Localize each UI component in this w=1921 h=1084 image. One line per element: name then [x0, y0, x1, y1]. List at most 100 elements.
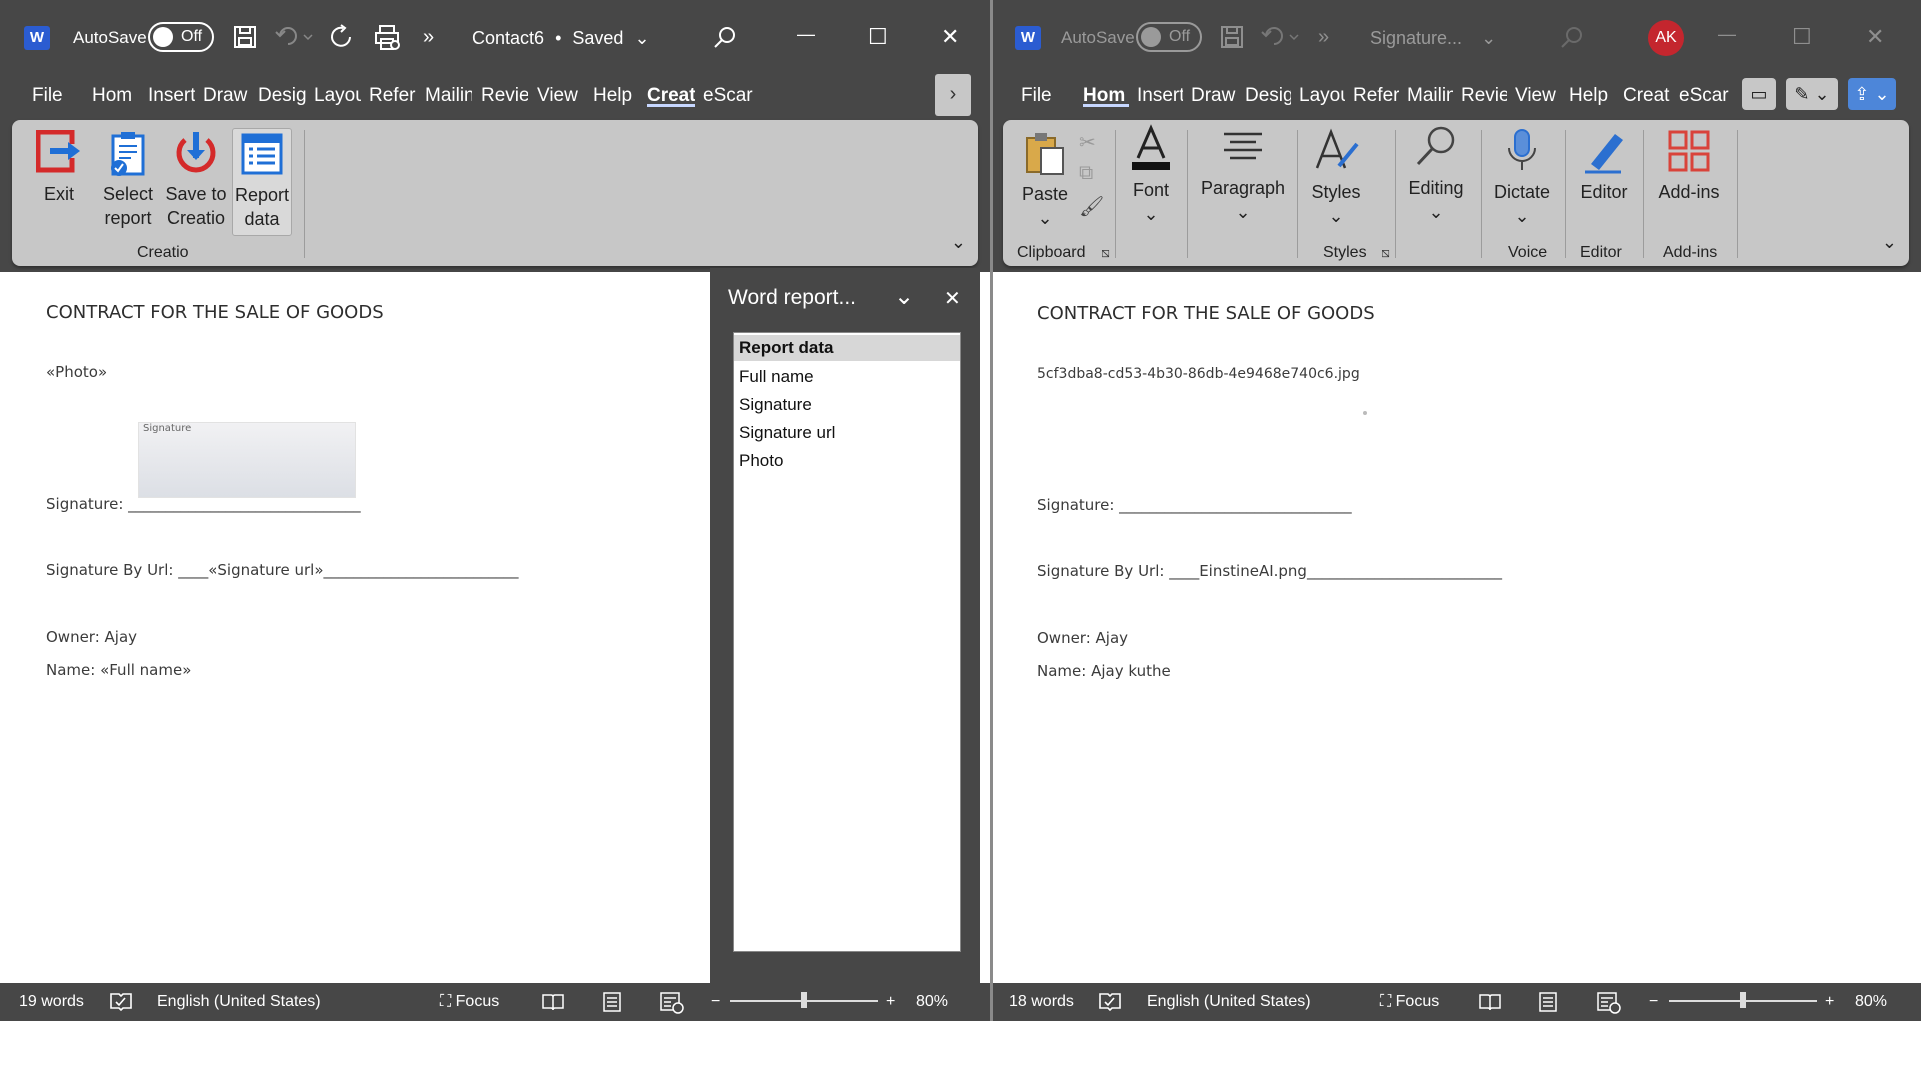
list-item-signature-url[interactable]: Signature url	[739, 423, 835, 443]
web-layout-icon[interactable]	[1597, 992, 1621, 1014]
tab-escar[interactable]: eScar	[1679, 85, 1729, 107]
list-item-full-name[interactable]: Full name	[739, 367, 814, 387]
save-to-creatio-button[interactable]: Save to Creatio	[164, 130, 228, 230]
ribbon-scroll-button[interactable]: ›	[935, 74, 971, 116]
pane-options-chevron-icon[interactable]: ⌄	[894, 282, 914, 311]
tab-draw[interactable]: Draw	[203, 85, 251, 107]
maximize-button[interactable]: ☐	[1792, 24, 1812, 50]
select-report-button[interactable]: Select report	[100, 130, 156, 230]
tab-creatio[interactable]: Creat	[647, 85, 695, 107]
copy-icon[interactable]: ⧉	[1079, 162, 1093, 185]
zoom-in-button[interactable]: +	[886, 993, 895, 1011]
web-layout-icon[interactable]	[660, 992, 684, 1014]
list-item-signature[interactable]: Signature	[739, 395, 812, 415]
tab-mailings[interactable]: Mailin	[425, 85, 472, 107]
tab-design[interactable]: Desig	[1245, 85, 1291, 107]
maximize-button[interactable]: ☐	[868, 24, 888, 50]
list-item-photo[interactable]: Photo	[739, 451, 783, 471]
tab-creatio[interactable]: Creat	[1623, 85, 1671, 107]
autosave-toggle[interactable]: Off	[1136, 22, 1202, 52]
tab-escar[interactable]: eScar	[703, 85, 754, 107]
editor-label: Editor	[1580, 182, 1628, 202]
document-name[interactable]: Contact6 • Saved ⌄	[472, 28, 650, 49]
tab-design[interactable]: Desig	[258, 85, 306, 107]
undo-icon[interactable]	[274, 26, 314, 48]
zoom-level[interactable]: 80%	[916, 993, 948, 1011]
tab-layout[interactable]: Layou	[314, 85, 361, 107]
editing-button[interactable]: Editing ⌄	[1401, 124, 1471, 224]
tab-file[interactable]: File	[1021, 85, 1061, 107]
document-name[interactable]: Signature... ⌄	[1370, 28, 1496, 49]
tab-help[interactable]: Help	[1569, 85, 1615, 107]
tab-review[interactable]: Revie	[1461, 85, 1507, 107]
read-mode-icon[interactable]	[542, 993, 564, 1011]
save-icon[interactable]	[1220, 25, 1244, 49]
report-data-button[interactable]: Report data	[232, 128, 292, 236]
tab-references[interactable]: Refer	[369, 85, 416, 107]
zoom-slider-thumb[interactable]	[801, 992, 807, 1008]
tab-home[interactable]: Hom	[1083, 85, 1129, 107]
more-commands-icon[interactable]: »	[1318, 26, 1329, 49]
tab-view[interactable]: View	[537, 85, 583, 107]
tab-file[interactable]: File	[32, 85, 72, 107]
collapse-ribbon-icon[interactable]: ⌄	[951, 232, 966, 253]
tab-home[interactable]: Hom	[92, 85, 140, 107]
close-button[interactable]: ✕	[1866, 24, 1884, 50]
editor-button[interactable]: Editor	[1573, 128, 1635, 204]
font-button[interactable]: Font ⌄	[1123, 124, 1179, 226]
tab-view[interactable]: View	[1515, 85, 1561, 107]
tab-draw[interactable]: Draw	[1191, 85, 1237, 107]
close-button[interactable]: ✕	[941, 24, 959, 50]
save-icon[interactable]	[233, 25, 257, 49]
tab-insert[interactable]: Insert	[148, 85, 195, 107]
pane-close-icon[interactable]: ✕	[944, 286, 961, 311]
clipboard-launcher-icon[interactable]: ⧅	[1101, 244, 1110, 261]
redo-icon[interactable]	[330, 24, 356, 50]
minimize-button[interactable]: —	[797, 24, 815, 45]
zoom-in-button[interactable]: +	[1825, 993, 1834, 1011]
zoom-out-button[interactable]: −	[711, 993, 720, 1011]
editing-mode-icon[interactable]: ✎ ⌄	[1786, 78, 1838, 110]
print-layout-icon[interactable]	[603, 992, 621, 1012]
print-layout-icon[interactable]	[1539, 992, 1557, 1012]
word-count[interactable]: 19 words	[19, 993, 84, 1011]
minimize-button[interactable]: —	[1718, 24, 1736, 45]
focus-button[interactable]: ⛶ Focus	[440, 993, 499, 1011]
styles-button[interactable]: Styles ⌄	[1303, 128, 1369, 228]
share-icon[interactable]: ⇪ ⌄	[1848, 78, 1896, 110]
styles-launcher-icon[interactable]: ⧅	[1381, 244, 1390, 261]
exit-button[interactable]: Exit	[34, 129, 84, 206]
list-item-report-data[interactable]: Report data	[734, 335, 960, 361]
undo-icon[interactable]	[1260, 26, 1300, 48]
paragraph-button[interactable]: Paragraph ⌄	[1195, 124, 1291, 224]
paste-button[interactable]: Paste ⌄	[1017, 130, 1073, 230]
add-ins-button[interactable]: Add-ins	[1651, 128, 1727, 204]
zoom-level[interactable]: 80%	[1855, 993, 1887, 1011]
user-avatar[interactable]: AK	[1648, 20, 1684, 56]
autosave-toggle[interactable]: Off	[148, 22, 214, 52]
word-count[interactable]: 18 words	[1009, 993, 1074, 1011]
tab-review[interactable]: Revie	[481, 85, 528, 107]
zoom-slider-thumb[interactable]	[1740, 992, 1746, 1008]
language[interactable]: English (United States)	[1147, 993, 1311, 1011]
proofing-icon[interactable]	[110, 992, 132, 1012]
tab-mailings[interactable]: Mailin	[1407, 85, 1453, 107]
cut-icon[interactable]: ✂	[1079, 130, 1096, 155]
language[interactable]: English (United States)	[157, 993, 321, 1011]
tab-layout[interactable]: Layou	[1299, 85, 1345, 107]
tab-insert[interactable]: Insert	[1137, 85, 1183, 107]
search-icon[interactable]	[1560, 25, 1584, 49]
dictate-button[interactable]: Dictate ⌄	[1489, 128, 1555, 228]
tab-references[interactable]: Refer	[1353, 85, 1399, 107]
focus-button[interactable]: ⛶ Focus	[1380, 993, 1439, 1011]
proofing-icon[interactable]	[1099, 992, 1121, 1012]
tab-help[interactable]: Help	[593, 85, 639, 107]
zoom-out-button[interactable]: −	[1649, 993, 1658, 1011]
comments-icon[interactable]: ▭	[1742, 78, 1776, 110]
read-mode-icon[interactable]	[1479, 993, 1501, 1011]
collapse-ribbon-icon[interactable]: ⌄	[1882, 232, 1897, 253]
print-preview-icon[interactable]	[374, 24, 402, 52]
search-icon[interactable]	[713, 25, 737, 49]
more-commands-icon[interactable]: »	[423, 26, 434, 49]
format-painter-icon[interactable]: 🖌	[1079, 194, 1104, 219]
